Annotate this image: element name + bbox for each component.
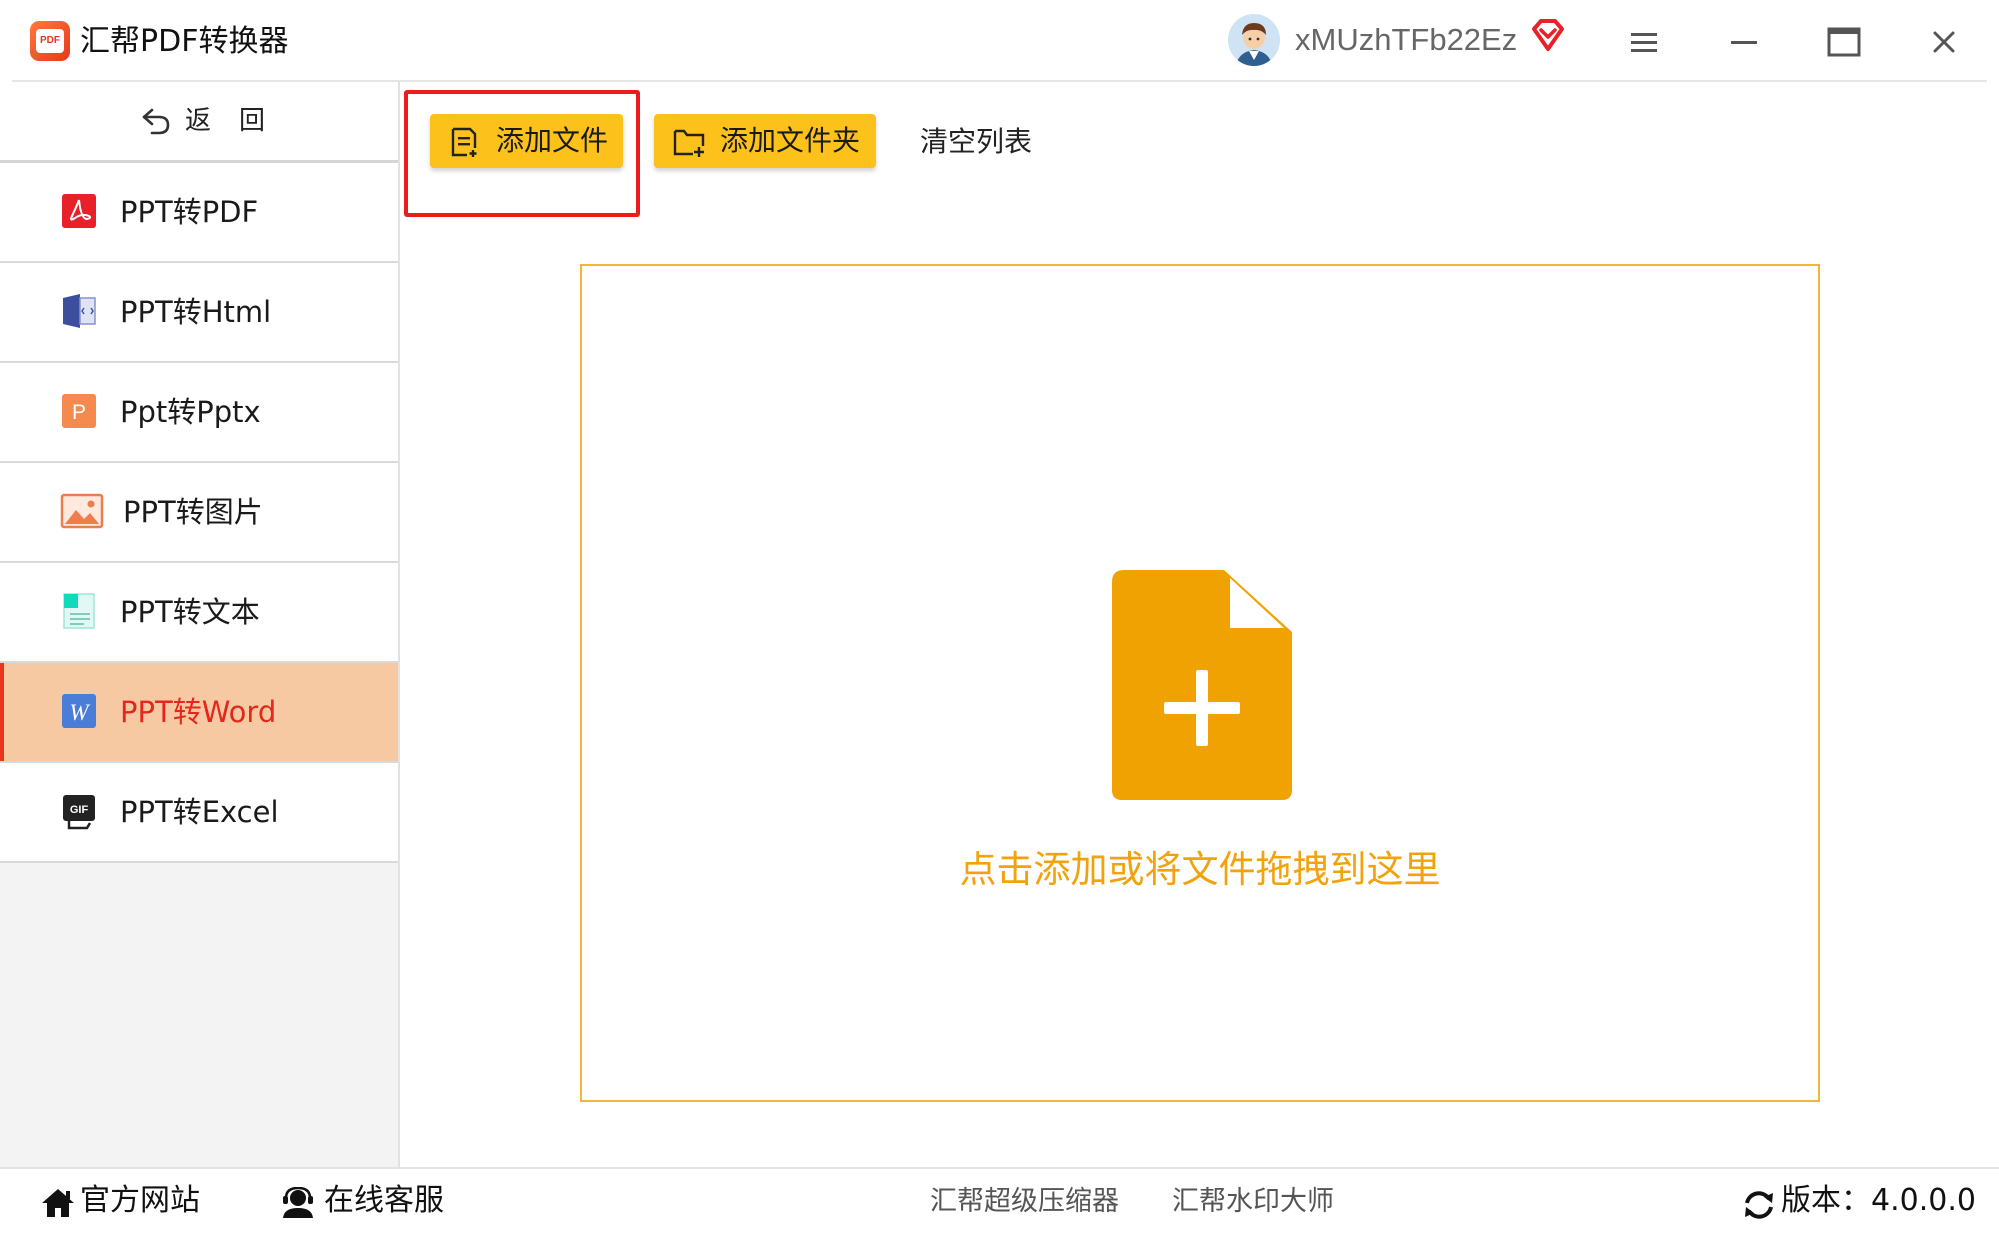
sidebar-item-ppt-to-text[interactable]: PPT转文本 [0,563,398,663]
text-icon [60,592,98,630]
footer: 官方网站 在线客服 汇帮超级压缩器 汇帮水印大师 版本：4.0.0.0 [0,1167,1999,1235]
sidebar-item-label: PPT转PDF [120,195,259,229]
sidebar: 返回 PPT转PDF PPT转Html P Ppt转Pptx PPT转图片 PP… [0,82,400,1167]
compressor-link[interactable]: 汇帮超级压缩器 [930,1181,1119,1223]
sidebar-item-label: PPT转图片 [123,495,263,529]
close-icon[interactable] [1916,14,1972,70]
app-title: 汇帮PDF转换器 [80,24,289,59]
sidebar-item-ppt-to-word[interactable]: W PPT转Word [0,663,398,763]
html-icon [60,292,98,330]
add-document-icon[interactable] [1112,570,1292,804]
svg-text:GIF: GIF [70,804,89,816]
clear-list-button[interactable]: 清空列表 [920,120,1032,164]
add-folder-icon [672,126,706,162]
sidebar-item-ppt-to-html[interactable]: PPT转Html [0,263,398,363]
title-bar: PDF 汇帮PDF转换器 xMUzhTFb22Ez [0,0,1999,82]
minimize-icon[interactable] [1716,14,1772,70]
version-label: 版本：4.0.0.0 [1781,1183,1976,1218]
file-drop-zone[interactable]: 点击添加或将文件拖拽到这里 [580,264,1820,1102]
online-support-link[interactable]: 在线客服 [324,1179,444,1223]
username[interactable]: xMUzhTFb22Ez [1295,18,1517,62]
add-folder-button[interactable]: 添加文件夹 [654,114,876,168]
highlight-annotation [404,90,640,217]
back-arrow-icon [140,106,172,140]
add-folder-label: 添加文件夹 [720,124,861,157]
gif-icon: GIF [60,792,98,830]
sidebar-item-label: PPT转Html [120,295,272,329]
home-icon[interactable] [40,1187,76,1223]
back-label: 返回 [185,106,294,136]
app-logo-icon: PDF [30,21,70,61]
drop-zone-hint: 点击添加或将文件拖拽到这里 [959,848,1441,891]
sidebar-item-label: PPT转Excel [120,795,279,829]
sidebar-item-label: PPT转文本 [120,595,260,629]
sidebar-item-ppt-to-pptx[interactable]: P Ppt转Pptx [0,363,398,463]
official-website-link[interactable]: 官方网站 [80,1179,200,1223]
sidebar-item-ppt-to-excel[interactable]: GIF PPT转Excel [0,763,398,863]
sidebar-item-label: Ppt转Pptx [120,395,261,429]
word-icon: W [60,692,98,730]
vip-diamond-icon[interactable] [1530,17,1566,57]
image-icon [60,492,104,530]
svg-text:W: W [69,700,90,725]
refresh-icon[interactable] [1742,1189,1776,1225]
svg-text:P: P [72,401,86,424]
sidebar-item-ppt-to-pdf[interactable]: PPT转PDF [0,163,398,263]
sidebar-item-label: PPT转Word [120,695,277,729]
pdf-icon [60,192,98,230]
avatar[interactable] [1228,14,1280,66]
conversion-list: PPT转PDF PPT转Html P Ppt转Pptx PPT转图片 PPT转文… [0,163,398,863]
customer-service-icon[interactable] [280,1186,316,1223]
watermark-link[interactable]: 汇帮水印大师 [1172,1181,1334,1223]
back-button[interactable]: 返回 [0,82,398,163]
maximize-icon[interactable] [1816,14,1872,70]
pptx-icon: P [60,392,98,430]
app-logo-text: PDF [36,29,64,53]
menu-icon[interactable] [1616,14,1672,70]
sidebar-item-ppt-to-image[interactable]: PPT转图片 [0,463,398,563]
